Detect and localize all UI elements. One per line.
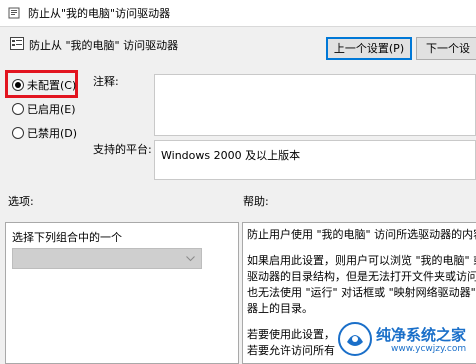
comment-textarea[interactable] — [154, 74, 476, 136]
radio-not-configured[interactable] — [12, 79, 24, 91]
help-label: 帮助: — [243, 195, 269, 208]
watermark-logo-icon — [338, 322, 372, 356]
radio-disabled[interactable] — [12, 127, 24, 139]
help-paragraph: 防止用户使用 "我的电脑" 访问所选驱动器的内容。 — [247, 228, 476, 241]
comment-label: 注释: — [93, 75, 119, 88]
radio-not-configured-label[interactable]: 未配置(C) — [27, 77, 76, 93]
previous-setting-button[interactable]: 上一个设置(P) — [326, 37, 412, 60]
radio-enabled-label[interactable]: 已启用(E) — [27, 101, 76, 117]
policy-name: 防止从 "我的电脑" 访问驱动器 — [29, 39, 179, 52]
supported-on-value: Windows 2000 及以上版本 — [154, 140, 476, 180]
radio-enabled[interactable] — [12, 103, 24, 115]
help-paragraph: 如果启用此设置，则用户可以浏览 "我的电脑" 或 驱动器的目录结构，但是无法打开… — [247, 254, 476, 315]
window-title: 防止从"我的电脑"访问驱动器 — [28, 7, 171, 20]
policy-window-icon — [8, 7, 20, 19]
supported-on-label: 支持的平台: — [93, 143, 152, 156]
radio-disabled-label[interactable]: 已禁用(D) — [27, 125, 77, 141]
chevron-down-icon — [186, 256, 195, 262]
watermark-brand: 纯净系统之家 — [376, 326, 467, 344]
combo-label: 选择下列组合中的一个 — [12, 231, 122, 244]
title-divider — [0, 26, 476, 27]
policy-setting-icon — [10, 37, 24, 50]
options-label: 选项: — [8, 195, 34, 208]
watermark-url: www.ycwjzy.com — [391, 344, 467, 354]
drive-combo[interactable] — [12, 248, 202, 269]
next-setting-button[interactable]: 下一个设 — [416, 37, 476, 60]
options-panel: 选择下列组合中的一个 — [5, 222, 239, 364]
